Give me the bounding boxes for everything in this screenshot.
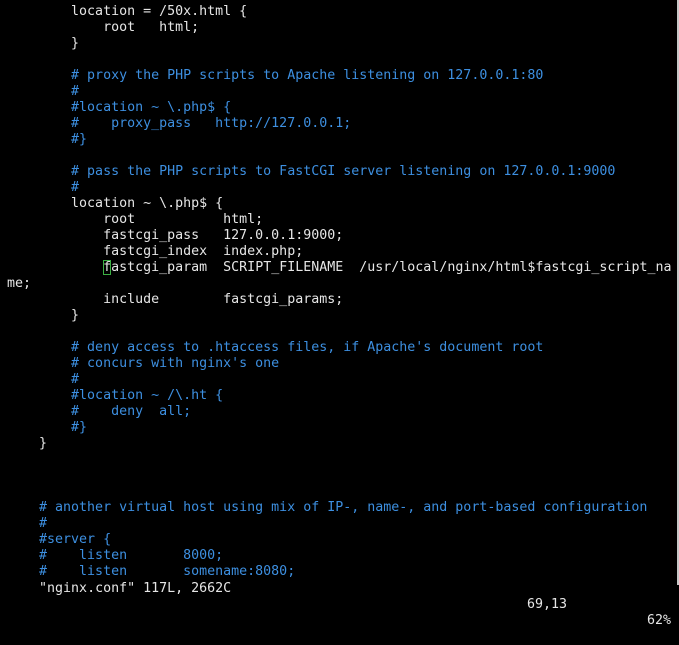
cursor-position: 69,13 bbox=[527, 597, 568, 612]
comment-line: # concurs with nginx's one bbox=[7, 356, 280, 371]
comment-line: #location ~ /\.ht { bbox=[7, 388, 224, 403]
code-line: } bbox=[7, 436, 48, 451]
comment-line: # bbox=[7, 84, 80, 99]
comment-line: # proxy_pass http://127.0.0.1; bbox=[7, 116, 352, 131]
code-line: location ~ \.php$ { bbox=[7, 196, 224, 211]
comment-line: # pass the PHP scripts to FastCGI server… bbox=[7, 164, 616, 179]
comment-line: #} bbox=[7, 132, 88, 147]
code-line: } bbox=[7, 36, 80, 51]
status-line: "nginx.conf" 117L, 2662C 69,13 62% bbox=[7, 565, 677, 628]
comment-line: # deny access to .htaccess files, if Apa… bbox=[7, 340, 544, 355]
code-line: location = /50x.html { bbox=[7, 4, 248, 19]
file-info: "nginx.conf" 117L, 2662C bbox=[39, 581, 232, 596]
code-line: include fastcgi_params; bbox=[7, 292, 344, 307]
comment-line: # another virtual host using mix of IP-,… bbox=[7, 500, 648, 515]
comment-line: # bbox=[7, 516, 48, 531]
code-line: } bbox=[7, 308, 80, 323]
terminal-window[interactable]: location = /50x.html { root html; } # pr… bbox=[0, 0, 679, 628]
comment-line: # bbox=[7, 372, 80, 387]
comment-line: # bbox=[7, 180, 80, 195]
comment-line: # listen 8000; bbox=[7, 548, 224, 563]
code-line: root html; bbox=[7, 212, 264, 227]
comment-line: # deny all; bbox=[7, 404, 192, 419]
comment-line: #} bbox=[7, 420, 88, 435]
text-cursor: f bbox=[103, 260, 112, 275]
comment-line: # proxy the PHP scripts to Apache listen… bbox=[7, 68, 544, 83]
code-line: fastcgi_index index.php; bbox=[7, 244, 304, 259]
editor-buffer[interactable]: location = /50x.html { root html; } # pr… bbox=[7, 4, 677, 580]
scroll-percent: 62% bbox=[647, 613, 672, 628]
code-line: root html; bbox=[7, 20, 200, 35]
comment-line: #location ~ \.php$ { bbox=[7, 100, 232, 115]
code-line: me; bbox=[7, 276, 32, 291]
code-line: fastcgi_pass 127.0.0.1:9000; bbox=[7, 228, 344, 243]
code-line: fastcgi_param SCRIPT_FILENAME /usr/local… bbox=[103, 260, 672, 275]
comment-line: #server { bbox=[7, 532, 112, 547]
